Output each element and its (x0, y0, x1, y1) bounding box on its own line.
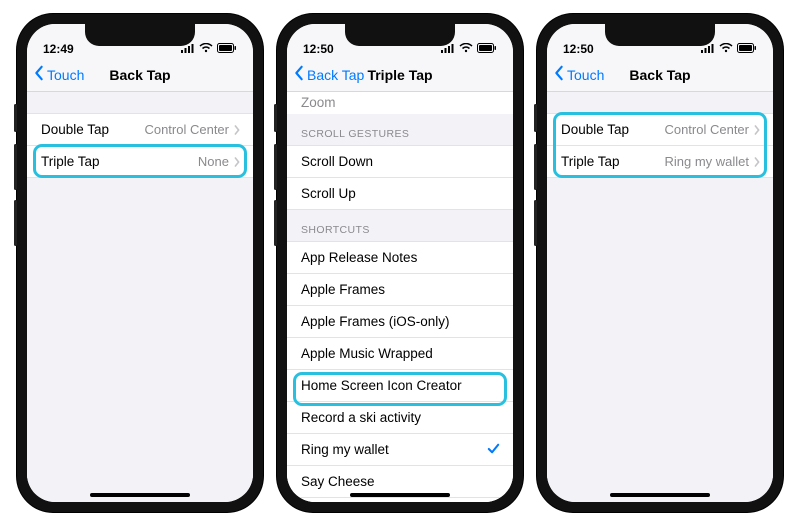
checkmark-icon (486, 441, 501, 459)
row-value: Control Center (664, 122, 749, 137)
battery-icon (217, 42, 237, 56)
content[interactable]: Zoom SCROLL GESTURES Scroll Down Scroll … (287, 92, 513, 502)
row-double-tap[interactable]: Double Tap Control Center (27, 114, 253, 146)
row-label: Double Tap (41, 122, 109, 137)
phone-frame: 12:49 Touch Back Tap Double Tap (17, 14, 263, 512)
row-label: Scroll Down (301, 154, 373, 169)
back-label: Touch (567, 67, 604, 83)
row-value: Ring my wallet (664, 154, 749, 169)
status-time: 12:50 (563, 42, 594, 56)
wifi-icon (199, 42, 213, 56)
list-item[interactable]: Stop ringing my wallet (287, 498, 513, 502)
screen: 12:50 Back Tap Triple Tap Zoom SCROLL GE… (287, 24, 513, 502)
chevron-left-icon (33, 65, 47, 84)
chevron-right-icon (753, 124, 761, 136)
row-label: Apple Frames (iOS-only) (301, 314, 450, 329)
row-label: Apple Frames (301, 282, 385, 297)
status-time: 12:50 (303, 42, 334, 56)
back-button[interactable]: Back Tap (287, 65, 364, 84)
row-double-tap[interactable]: Double Tap Control Center (547, 114, 773, 146)
row-value: Control Center (144, 122, 229, 137)
row-label: App Release Notes (301, 250, 417, 265)
chevron-right-icon (233, 156, 241, 168)
notch (605, 24, 715, 46)
screen: 12:49 Touch Back Tap Double Tap (27, 24, 253, 502)
content: Double Tap Control Center Triple Tap Rin… (547, 92, 773, 502)
back-button[interactable]: Touch (547, 65, 604, 84)
phone-frame: 12:50 Touch Back Tap Double Tap (537, 14, 783, 512)
chevron-right-icon (233, 124, 241, 136)
screen: 12:50 Touch Back Tap Double Tap (547, 24, 773, 502)
row-label: Record a ski activity (301, 410, 421, 425)
list-item[interactable]: Record a ski activity (287, 402, 513, 434)
status-time: 12:49 (43, 42, 74, 56)
back-label: Touch (47, 67, 84, 83)
phone-frame: 12:50 Back Tap Triple Tap Zoom SCROLL GE… (277, 14, 523, 512)
row-triple-tap[interactable]: Triple Tap Ring my wallet (547, 146, 773, 178)
row-label: Scroll Up (301, 186, 356, 201)
list-item[interactable]: Home Screen Icon Creator (287, 370, 513, 402)
chevron-left-icon (553, 65, 567, 84)
list-item-selected[interactable]: Ring my wallet (287, 434, 513, 466)
home-indicator[interactable] (90, 493, 190, 497)
back-button[interactable]: Touch (27, 65, 84, 84)
chevron-right-icon (753, 156, 761, 168)
list-item[interactable]: Apple Frames (287, 274, 513, 306)
nav-bar: Touch Back Tap (547, 58, 773, 92)
row-label: Ring my wallet (301, 442, 389, 457)
status-indicators (181, 42, 237, 56)
row-label: Double Tap (561, 122, 629, 137)
list-item-cut[interactable]: Zoom (287, 92, 513, 114)
notch (85, 24, 195, 46)
row-label: Home Screen Icon Creator (301, 378, 462, 393)
content: Double Tap Control Center Triple Tap Non… (27, 92, 253, 502)
row-label: Zoom (301, 95, 336, 110)
section-header-shortcuts: SHORTCUTS (287, 210, 513, 242)
nav-bar: Back Tap Triple Tap (287, 58, 513, 92)
row-label: Apple Music Wrapped (301, 346, 433, 361)
list-item[interactable]: Scroll Down (287, 146, 513, 178)
nav-bar: Touch Back Tap (27, 58, 253, 92)
home-indicator[interactable] (350, 493, 450, 497)
row-label: Triple Tap (41, 154, 100, 169)
row-label: Say Cheese (301, 474, 375, 489)
chevron-left-icon (293, 65, 307, 84)
back-label: Back Tap (307, 67, 364, 83)
wifi-icon (459, 42, 473, 56)
row-triple-tap[interactable]: Triple Tap None (27, 146, 253, 178)
status-indicators (701, 42, 757, 56)
list-item[interactable]: Scroll Up (287, 178, 513, 210)
wifi-icon (719, 42, 733, 56)
list-item[interactable]: Apple Frames (iOS-only) (287, 306, 513, 338)
status-indicators (441, 42, 497, 56)
list-item[interactable]: Apple Music Wrapped (287, 338, 513, 370)
row-label: Triple Tap (561, 154, 620, 169)
notch (345, 24, 455, 46)
home-indicator[interactable] (610, 493, 710, 497)
battery-icon (477, 42, 497, 56)
section-header-scroll: SCROLL GESTURES (287, 114, 513, 146)
list-item[interactable]: App Release Notes (287, 242, 513, 274)
battery-icon (737, 42, 757, 56)
row-value: None (198, 154, 229, 169)
